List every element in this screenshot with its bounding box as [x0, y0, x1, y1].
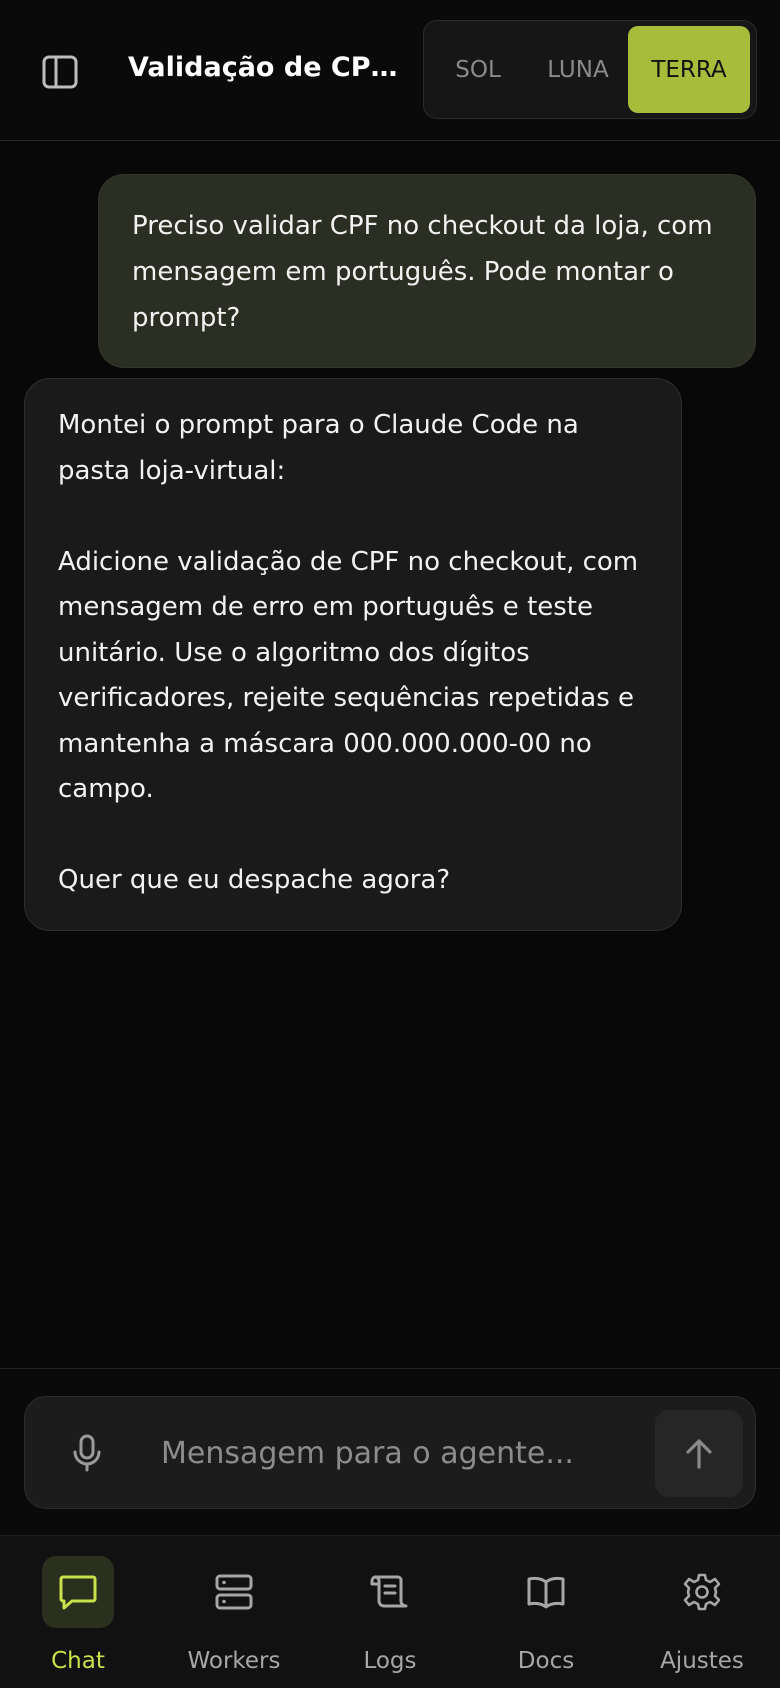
nav-item-logs[interactable]: Logs [320, 1556, 460, 1676]
page-title: Validação de CPF... [128, 52, 408, 83]
send-button[interactable] [655, 1410, 743, 1497]
message-input[interactable] [161, 1425, 621, 1481]
nav-item-ajustes[interactable]: Ajustes [632, 1556, 772, 1676]
sidebar-icon [42, 55, 78, 89]
chat-bubble-icon [59, 1575, 97, 1610]
bottom-navigation: Chat Workers Logs Docs Ajustes [0, 1535, 780, 1688]
sidebar-toggle-button[interactable] [38, 50, 82, 94]
gear-icon [683, 1573, 721, 1611]
user-message: Preciso validar CPF no checkout da loja,… [98, 174, 756, 368]
nav-label-workers: Workers [187, 1648, 281, 1674]
agent-message: Montei o prompt para o Claude Code na pa… [24, 378, 682, 931]
composer-area [0, 1368, 780, 1535]
mic-icon [73, 1434, 101, 1472]
nav-label-docs: Docs [517, 1648, 575, 1674]
segment-luna[interactable]: LUNA [528, 26, 628, 113]
nav-label-logs: Logs [363, 1648, 417, 1674]
message-composer [24, 1396, 756, 1509]
segment-terra[interactable]: TERRA [628, 26, 750, 113]
book-icon [527, 1576, 565, 1609]
server-icon [215, 1574, 253, 1610]
scroll-icon [370, 1575, 408, 1608]
model-segmented-control: SOL LUNA TERRA [423, 20, 757, 119]
segment-sol[interactable]: SOL [428, 26, 528, 113]
arrow-up-icon [686, 1438, 712, 1469]
nav-label-chat: Chat [51, 1648, 105, 1674]
nav-label-ajustes: Ajustes [660, 1648, 744, 1674]
nav-item-docs[interactable]: Docs [476, 1556, 616, 1676]
nav-item-chat[interactable]: Chat [8, 1556, 148, 1676]
mic-button[interactable] [65, 1431, 109, 1475]
app-header: Validação de CPF... SOL LUNA TERRA [0, 0, 780, 141]
nav-item-workers[interactable]: Workers [164, 1556, 304, 1676]
